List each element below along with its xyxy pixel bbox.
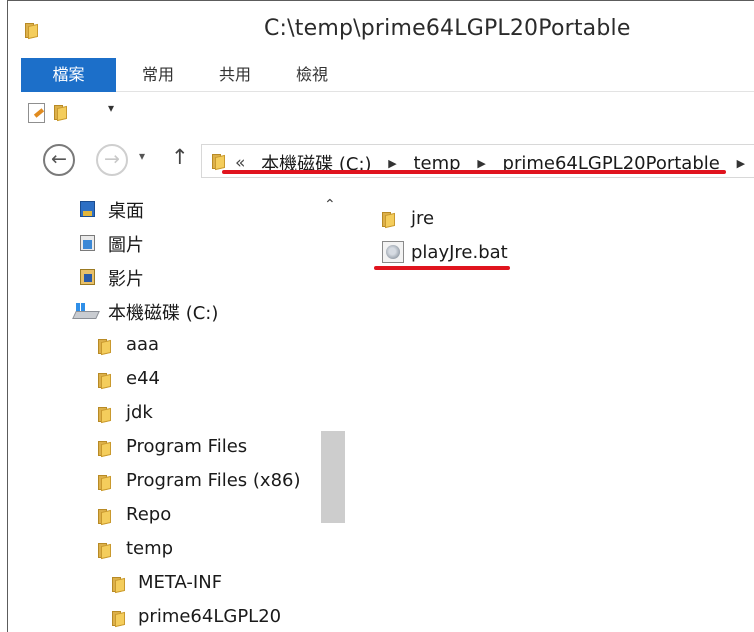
nav-item-label: 圖片 [108,235,144,256]
breadcrumb: « 本機磁碟 (C:) ▶ temp ▶ prime64LGPL20Portab… [235,150,754,176]
nav-folder-label: temp [126,538,174,559]
customize-toolbar-button[interactable]: ▾ [108,101,114,115]
nav-item-label: 桌面 [108,201,144,222]
videos-icon [80,269,95,285]
file-name: jre [411,208,435,229]
nav-folder-program-files-x86[interactable]: Program Files (x86) [8,468,313,498]
tab-file[interactable]: 檔案 [21,58,116,92]
nav-item-pictures[interactable]: 圖片 [8,229,313,259]
nav-folder-e44[interactable]: e44 [8,366,313,396]
file-name: playJre.bat [411,242,508,263]
quick-access-toolbar: ▾ [28,101,138,125]
recent-locations-button[interactable]: ▾ [139,149,145,163]
nav-folder-label: jdk [126,402,153,423]
tab-share[interactable]: 共用 [211,58,259,92]
folder-icon [98,474,112,492]
nav-folder-label: aaa [126,334,160,355]
nav-item-label: 本機磁碟 (C:) [108,303,219,324]
navigation-bar: ← → ▾ ↑ « 本機磁碟 (C:) ▶ temp ▶ prime64LGPL… [21,139,754,183]
nav-folder-label: Program Files (x86) [126,470,301,491]
breadcrumb-separator[interactable]: ▶ [737,157,745,170]
nav-folder-label: e44 [126,368,160,389]
nav-item-videos[interactable]: 影片 [8,263,313,293]
folder-icon [98,338,112,356]
address-annotation-underline [222,170,726,174]
new-folder-icon[interactable] [54,104,68,122]
nav-folder-aaa[interactable]: aaa [8,332,313,362]
folder-icon [98,508,112,526]
folder-icon [25,22,39,40]
folder-icon [112,610,126,628]
nav-folder-program-files[interactable]: Program Files [8,434,313,464]
navigation-pane: 桌面 圖片 影片 本機磁碟 (C:) aaa e44 jdk Program F… [8,191,348,632]
file-list: jre playJre.bat [368,201,748,321]
folder-icon [98,406,112,424]
folder-icon [98,440,112,458]
nav-folder-prime64[interactable]: prime64LGPL20 [8,604,313,632]
folder-icon [112,576,126,594]
nav-pane-scrollbar-thumb[interactable] [321,431,345,523]
up-button[interactable]: ↑ [171,145,189,169]
nav-item-desktop[interactable]: 桌面 [8,195,313,225]
window-title: C:\temp\prime64LGPL20Portable [264,16,631,41]
nav-folder-label: Program Files [126,436,248,457]
nav-folder-temp[interactable]: temp [8,536,313,566]
back-button[interactable]: ← [43,144,75,176]
pictures-icon [80,235,95,251]
breadcrumb-separator[interactable]: ▶ [388,157,396,170]
tab-home[interactable]: 常用 [134,58,182,92]
folder-icon [98,372,112,390]
desktop-icon [80,201,95,217]
ribbon-tabs: 檔案 常用 共用 檢視 [21,58,754,92]
folder-icon [382,211,396,229]
title-bar: C:\temp\prime64LGPL20Portable [8,1,754,53]
folder-icon [212,153,226,171]
folder-icon [98,542,112,560]
tab-view[interactable]: 檢視 [288,58,336,92]
properties-icon[interactable] [28,103,45,123]
forward-button[interactable]: → [96,144,128,176]
batch-file-icon [382,241,404,263]
nav-folder-label: Repo [126,504,172,525]
breadcrumb-separator[interactable]: ▶ [477,157,485,170]
drive-icon [72,303,100,321]
nav-item-label: 影片 [108,269,144,290]
nav-folder-jdk[interactable]: jdk [8,400,313,430]
collapse-caret-icon[interactable]: ⌃ [324,197,336,213]
file-annotation-underline [374,266,510,270]
nav-folder-label: prime64LGPL20 [138,606,282,627]
nav-folder-meta-inf[interactable]: META-INF [8,570,313,600]
explorer-window: C:\temp\prime64LGPL20Portable 檔案 常用 共用 檢… [7,0,754,632]
nav-item-drive-c[interactable]: 本機磁碟 (C:) [8,297,313,327]
nav-folder-repo[interactable]: Repo [8,502,313,532]
nav-folder-label: META-INF [138,572,223,593]
